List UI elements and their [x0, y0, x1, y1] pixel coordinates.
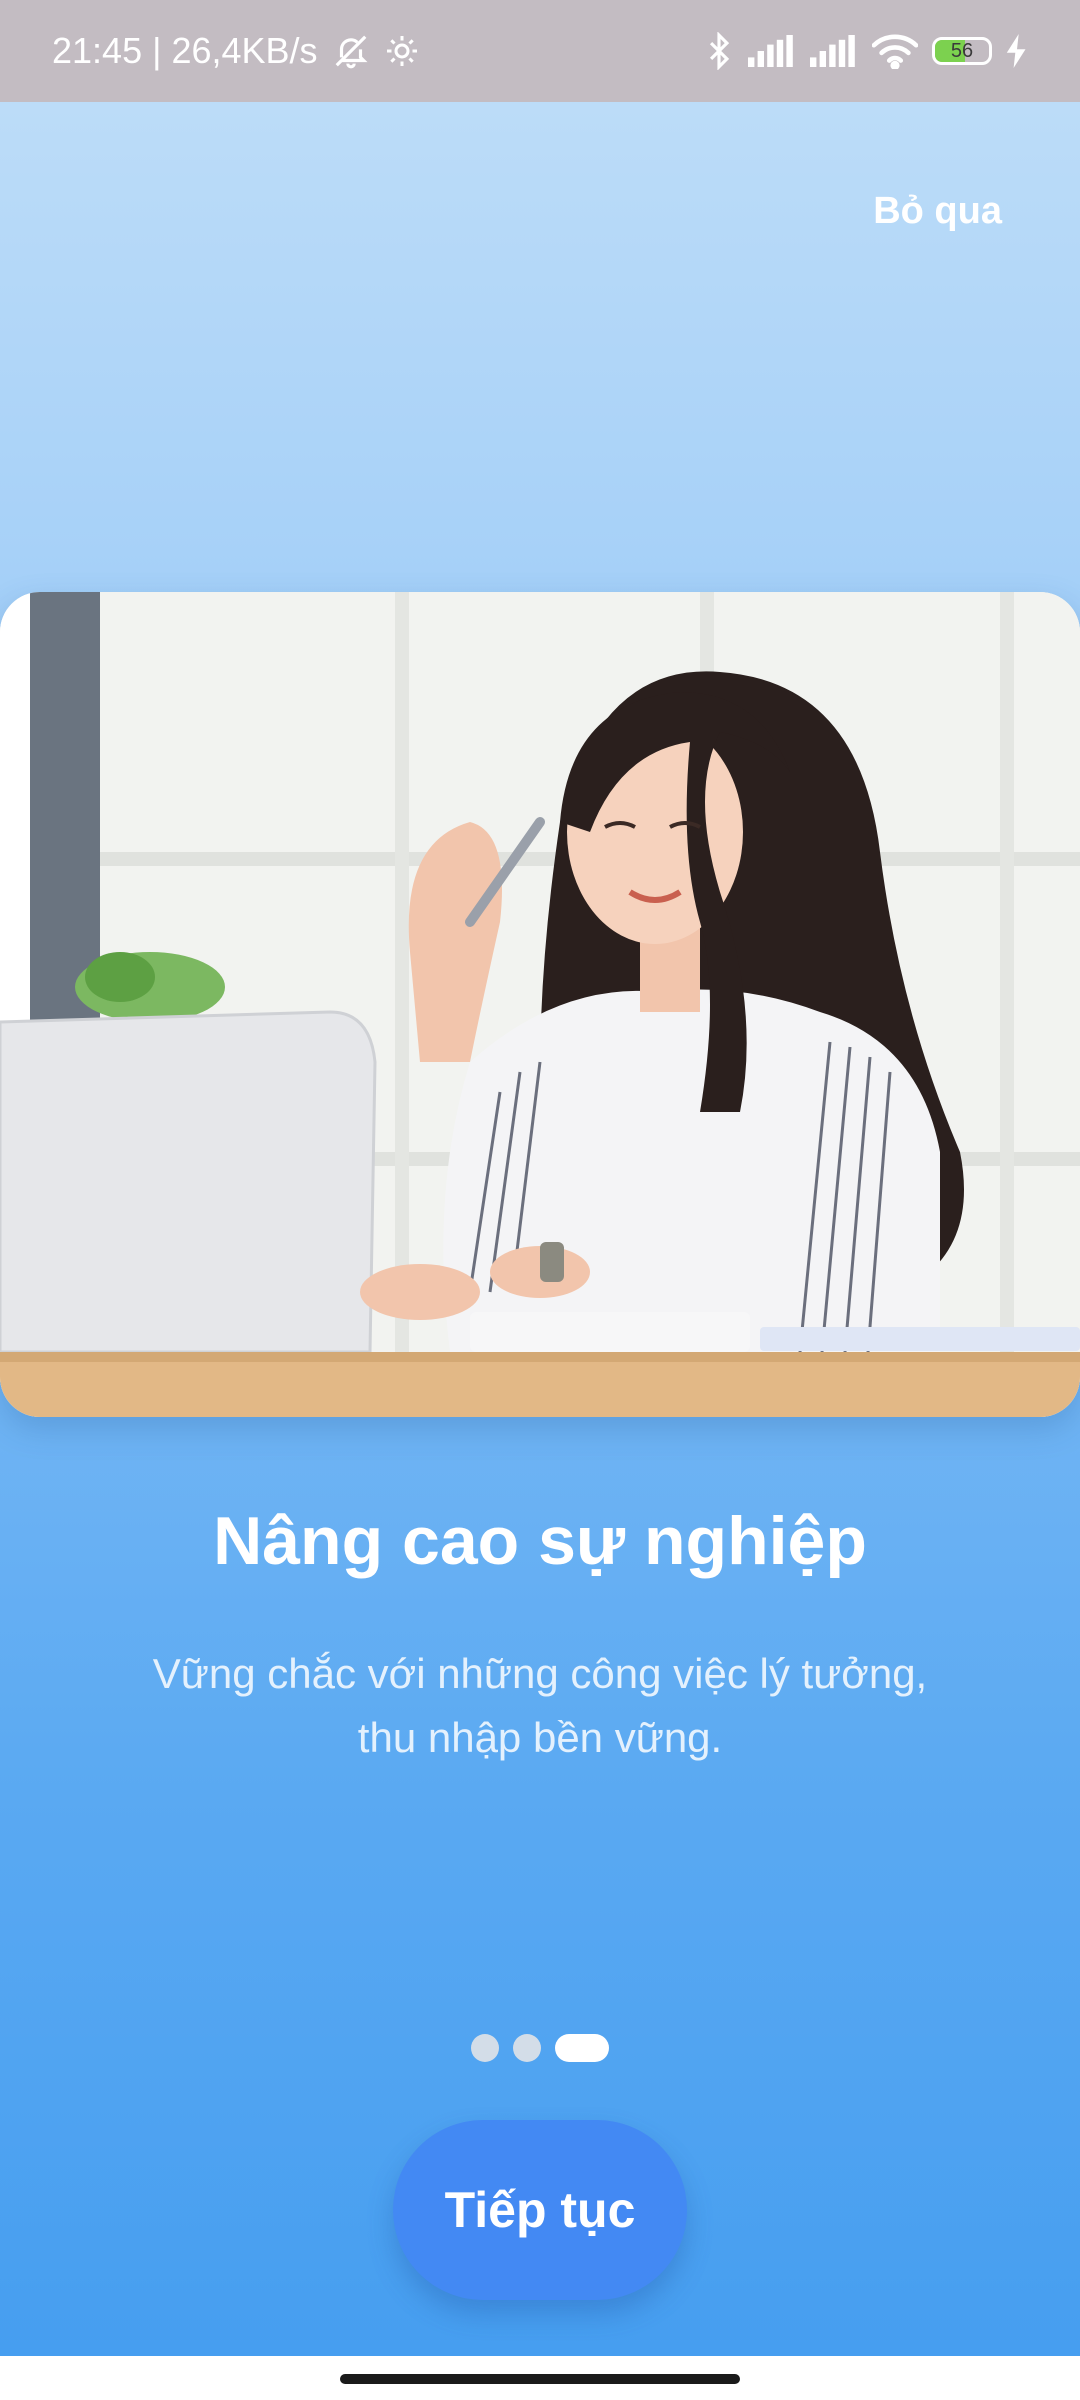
woman-at-laptop-illustration [0, 592, 1080, 1417]
bell-off-icon [332, 32, 370, 70]
onboarding-subtitle: Vững chắc với những công việc lý tưởng, … [120, 1642, 960, 1770]
home-indicator[interactable] [340, 2374, 740, 2384]
battery-icon: 56 [932, 37, 992, 65]
signal-icon [810, 35, 858, 67]
charging-icon [1006, 34, 1028, 68]
page-dot[interactable] [471, 2034, 499, 2062]
wifi-icon [872, 33, 918, 69]
status-bar: 21:45 | 26,4KB/s 56 [0, 0, 1080, 102]
bluetooth-icon [704, 32, 734, 70]
page-indicator [0, 2034, 1080, 2062]
settings-icon [384, 33, 420, 69]
onboarding-screen: Bỏ qua Nâng cao sự nghiệp Vững chắc với … [0, 102, 1080, 2356]
status-left: 21:45 | 26,4KB/s [52, 30, 420, 72]
battery-level: 56 [950, 39, 974, 62]
navigation-bar [0, 2356, 1080, 2400]
subtitle-line-2: thu nhập bền vững. [357, 1714, 723, 1761]
hero-image [0, 592, 1080, 1417]
page-dot-active[interactable] [555, 2034, 609, 2062]
onboarding-title: Nâng cao sự nghiệp [213, 1503, 867, 1579]
subtitle-line-1: Vững chắc với những công việc lý tưởng, [152, 1650, 928, 1697]
status-right: 56 [704, 32, 1028, 70]
continue-button[interactable]: Tiếp tục [393, 2120, 687, 2300]
status-time-speed: 21:45 | 26,4KB/s [52, 30, 318, 71]
page-dot[interactable] [513, 2034, 541, 2062]
skip-button[interactable]: Bỏ qua [873, 190, 1002, 233]
signal-icon [748, 35, 796, 67]
